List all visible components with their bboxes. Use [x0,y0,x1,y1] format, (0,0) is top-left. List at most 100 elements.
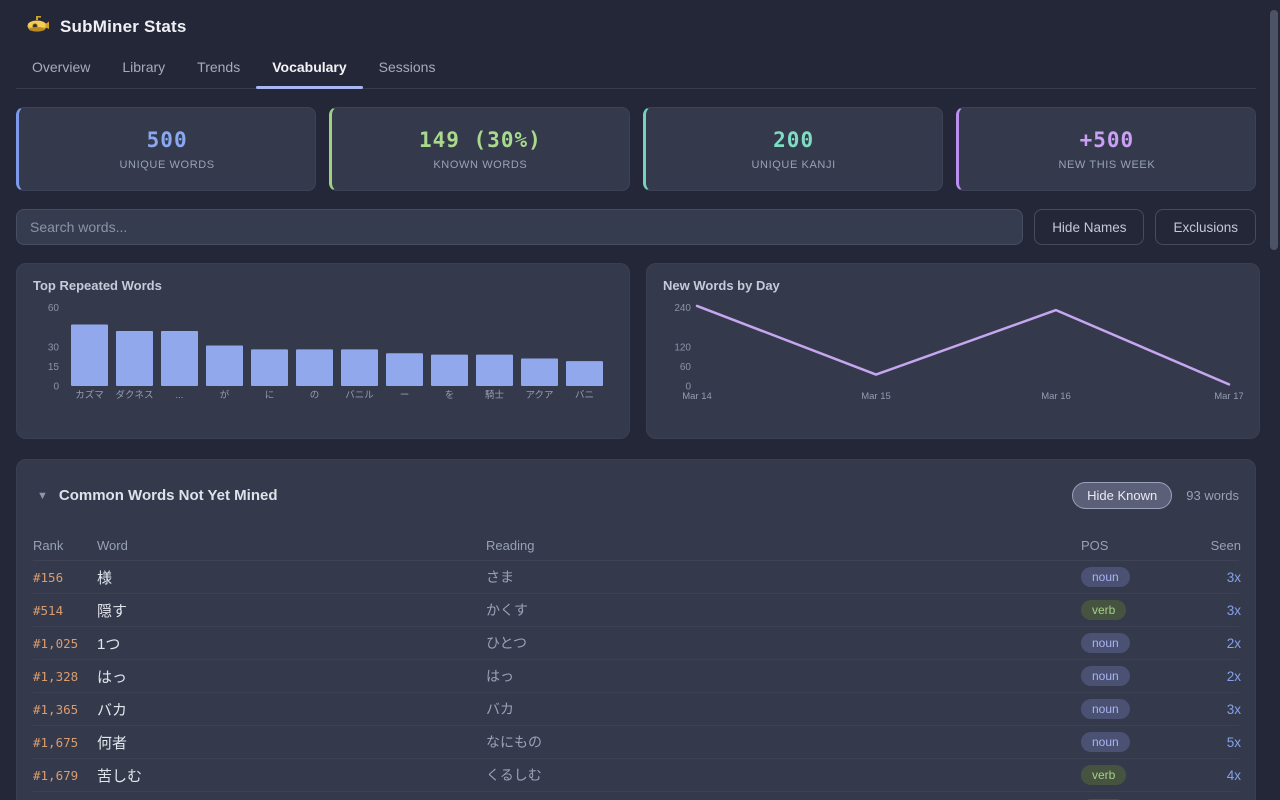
table-row: #1,876 持てる もてる verb 2x [33,792,1239,800]
tab-vocabulary[interactable]: Vocabulary [256,48,362,88]
svg-text:240: 240 [674,303,691,314]
new-words-by-day-card: New Words by Day 240120600Mar 14Mar 15Ma… [646,263,1260,439]
table-title: Common Words Not Yet Mined [59,487,278,504]
tab-library[interactable]: Library [106,48,181,88]
seen-cell: 3x [1177,570,1241,585]
tab-label: Overview [32,59,90,75]
svg-text:カズマ: カズマ [75,389,104,401]
bar-chart-title: Top Repeated Words [33,278,613,293]
svg-text:騎士: 騎士 [485,389,505,401]
top-repeated-words-card: Top Repeated Words 6030150カズマダクネス...がにのバ… [16,263,630,439]
word-cell: 様 [97,567,486,588]
table-row: #1,025 1つ ひとつ noun 2x [33,627,1239,660]
vocabulary-page: SubMiner Stats Overview Library Trends V… [0,0,1280,800]
pos-cell: noun [1081,567,1177,587]
pos-cell: noun [1081,633,1177,653]
pos-badge: noun [1081,633,1130,653]
word-cell: 隠す [97,600,486,621]
stat-label: NEW THIS WEEK [1058,159,1155,171]
rank-cell: #514 [33,603,97,618]
svg-text:アクア: アクア [525,390,553,401]
table-row: #1,365 バカ バカ noun 3x [33,693,1239,726]
svg-text:バニル: バニル [345,390,374,401]
stat-card: 149 (30%) KNOWN WORDS [329,107,629,191]
reading-cell: くるしむ [486,765,1081,785]
word-cell: 1つ [97,633,486,654]
word-cell: はっ [97,666,486,687]
line-chart-title: New Words by Day [663,278,1243,293]
word-count: 93 words [1186,488,1239,503]
search-input[interactable] [16,209,1023,245]
word-cell: バカ [97,699,486,720]
submarine-icon [26,16,50,39]
hide-known-button[interactable]: Hide Known [1072,482,1172,509]
svg-text:が: が [220,389,230,401]
reading-cell: はっ [486,666,1081,686]
svg-text:ダクネス: ダクネス [115,389,153,401]
tab-overview[interactable]: Overview [16,48,106,88]
pos-badge: noun [1081,732,1130,752]
stat-card: +500 NEW THIS WEEK [956,107,1256,191]
seen-cell: 2x [1177,636,1241,651]
col-header-reading: Reading [486,538,1081,553]
stat-value: +500 [1080,128,1135,152]
line-chart: 240120600Mar 14Mar 15Mar 16Mar 17 [663,297,1243,409]
charts-row: Top Repeated Words 6030150カズマダクネス...がにのバ… [16,263,1256,439]
table-row: #1,679 苦しむ くるしむ verb 4x [33,759,1239,792]
reading-cell: さま [486,567,1081,587]
stat-label: UNIQUE KANJI [752,159,836,171]
stat-card: 500 UNIQUE WORDS [16,107,316,191]
svg-text:0: 0 [53,382,59,393]
reading-cell: バカ [486,699,1081,719]
toolbar: Hide Names Exclusions [16,209,1256,245]
reading-cell: なにもの [486,732,1081,752]
svg-text:に: に [265,390,275,401]
scrollbar-track [1268,0,1280,800]
scrollbar-thumb[interactable] [1270,10,1278,250]
pos-badge: verb [1081,600,1126,620]
stat-label: UNIQUE WORDS [120,159,215,171]
pos-badge: verb [1081,765,1126,785]
word-cell: 何者 [97,732,486,753]
svg-text:Mar 16: Mar 16 [1041,391,1071,402]
svg-text:30: 30 [48,342,60,353]
table-body: #156 様 さま noun 3x #514 隠す かくす verb 3x #1… [33,561,1239,800]
tab-label: Trends [197,59,240,75]
table-row: #1,675 何者 なにもの noun 5x [33,726,1239,759]
pos-badge: noun [1081,699,1130,719]
app-header: SubMiner Stats [16,0,1256,40]
word-cell: 苦しむ [97,765,486,786]
page-title: SubMiner Stats [60,17,187,37]
collapse-triangle-icon[interactable]: ▼ [37,490,48,502]
rank-cell: #1,675 [33,735,97,750]
table-header: ▼ Common Words Not Yet Mined Hide Known … [33,476,1239,511]
rank-cell: #156 [33,570,97,585]
col-header-seen: Seen [1177,538,1241,553]
rank-cell: #1,679 [33,768,97,783]
tab-label: Vocabulary [272,59,346,75]
tab-bar: Overview Library Trends Vocabulary Sessi… [16,48,1256,89]
tab-trends[interactable]: Trends [181,48,256,88]
pos-badge: noun [1081,567,1130,587]
common-words-card: ▼ Common Words Not Yet Mined Hide Known … [16,459,1256,800]
col-header-pos: POS [1081,538,1177,553]
table-row: #156 様 さま noun 3x [33,561,1239,594]
stats-row: 500 UNIQUE WORDS 149 (30%) KNOWN WORDS 2… [16,107,1256,191]
svg-text:Mar 14: Mar 14 [682,391,712,402]
tab-sessions[interactable]: Sessions [363,48,452,88]
svg-text:Mar 15: Mar 15 [861,391,891,402]
svg-text:Mar 17: Mar 17 [1214,391,1243,402]
svg-text:60: 60 [48,303,60,314]
rank-cell: #1,328 [33,669,97,684]
pos-cell: noun [1081,732,1177,752]
pos-badge: noun [1081,666,1130,686]
seen-cell: 3x [1177,702,1241,717]
column-header-row: Rank Word Reading POS Seen [33,531,1239,561]
seen-cell: 4x [1177,768,1241,783]
exclusions-button[interactable]: Exclusions [1155,209,1256,245]
table-row: #514 隠す かくす verb 3x [33,594,1239,627]
pos-cell: noun [1081,699,1177,719]
tab-label: Library [122,59,165,75]
svg-text:60: 60 [680,362,692,373]
hide-names-button[interactable]: Hide Names [1034,209,1144,245]
